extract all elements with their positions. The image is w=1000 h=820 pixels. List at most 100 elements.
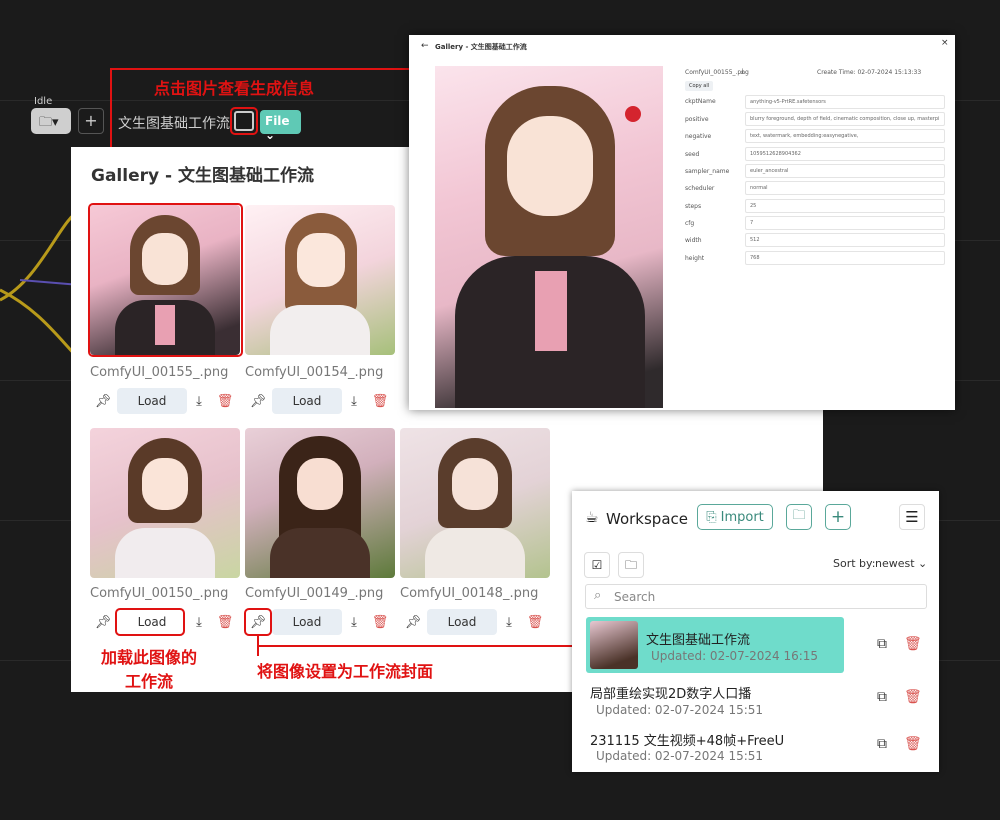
workflow-title: 文生图基础工作流	[646, 633, 751, 648]
annotation-box	[88, 203, 243, 357]
annotation-load-workflow: 加载此图像的 工作流	[91, 644, 207, 692]
sort-label: Sort by:	[833, 557, 876, 570]
trash-icon[interactable]: 🗑︎	[372, 393, 389, 409]
annotation-set-cover: 将图像设置为工作流封面	[257, 662, 434, 681]
workflow-title[interactable]: 231115 文生视频+48帧+FreeU	[590, 730, 784, 749]
open-icon[interactable]: ⧉	[877, 689, 887, 705]
workflow-folder-button[interactable]: 🗀▾	[31, 108, 71, 134]
annotation-box	[230, 107, 258, 135]
field-value: 512	[745, 233, 945, 247]
image-filename: ComfyUI_00155_.png	[90, 365, 229, 380]
field-key: cfg	[685, 220, 695, 227]
workflow-title[interactable]: 局部重绘实现2D数字人口播	[590, 683, 751, 702]
menu-icon[interactable]: ☰	[899, 504, 925, 530]
workflow-updated: Updated: 02-07-2024 15:51	[596, 703, 764, 717]
field-value: text, watermark, embedding:easynegative,	[745, 129, 945, 143]
import-icon: ⎘	[706, 509, 717, 525]
detail-filename: ComfyUI_00155_.png	[685, 69, 749, 76]
field-key: positive	[685, 116, 709, 123]
download-icon[interactable]: ⤓	[346, 393, 362, 409]
annotation-box	[244, 608, 272, 636]
file-label: File	[265, 114, 290, 128]
field-key: sampler_name	[685, 168, 730, 175]
field-key: scheduler	[685, 185, 715, 192]
field-key: ckptName	[685, 98, 716, 105]
trash-icon[interactable]: 🗑︎	[372, 614, 389, 630]
checklist-icon[interactable]: ☑	[584, 552, 610, 578]
field-key: negative	[685, 133, 712, 140]
detail-title: Gallery - 文生图基础工作流	[435, 43, 527, 51]
field-value: anything-v5-PrtRE.safetensors	[745, 95, 945, 109]
search-placeholder: Search	[614, 590, 656, 604]
new-workflow-button[interactable]: +	[825, 504, 851, 530]
load-button[interactable]: Load	[272, 609, 342, 635]
folder-icon: 🗀	[792, 508, 806, 523]
load-button[interactable]: Load	[272, 388, 342, 414]
workflow-cover	[590, 621, 638, 669]
field-value: 768	[745, 251, 945, 265]
import-button[interactable]: ⎘ Import	[697, 504, 773, 530]
workflow-item-active[interactable]: 文生图基础工作流 Updated: 02-07-2024 16:15	[586, 617, 844, 673]
trash-icon[interactable]: 🗑︎	[904, 736, 922, 752]
search-icon: ⌕	[594, 588, 602, 603]
field-value: 25	[745, 199, 945, 213]
workflow-updated: Updated: 02-07-2024 16:15	[651, 649, 819, 663]
trash-icon[interactable]: 🗑︎	[527, 614, 544, 630]
create-time: Create Time: 02-07-2024 15:13:33	[817, 69, 922, 76]
new-folder-icon[interactable]: 🗀	[618, 552, 644, 578]
search-input[interactable]: ⌕ Search	[585, 584, 927, 609]
workflow-name: 文生图基础工作流	[118, 116, 230, 132]
field-value: 1059512628904362	[745, 147, 945, 161]
folder-button[interactable]: 🗀	[786, 504, 812, 530]
image-filename: ComfyUI_00154_.png	[245, 365, 384, 380]
trash-icon[interactable]: 🗑︎	[217, 614, 234, 630]
gallery-image[interactable]	[400, 428, 550, 578]
image-filename: ComfyUI_00149_.png	[245, 586, 384, 601]
close-icon[interactable]: ×	[941, 38, 949, 48]
image-filename: ComfyUI_00148_.png	[400, 586, 539, 601]
load-button[interactable]: Load	[117, 388, 187, 414]
import-label: Import	[720, 509, 764, 525]
field-value: 7	[745, 216, 945, 230]
annotation-click-image: 点击图片查看生成信息	[154, 79, 315, 98]
download-icon[interactable]: ⤓	[191, 393, 207, 409]
pin-icon[interactable]: 📌︎	[405, 614, 422, 630]
file-menu-button[interactable]: File ⌄	[260, 110, 301, 142]
open-icon[interactable]: ⧉	[877, 736, 887, 752]
load-button[interactable]: Load	[427, 609, 497, 635]
trash-icon[interactable]: 🗑︎	[904, 636, 922, 652]
workflow-updated: Updated: 02-07-2024 15:51	[596, 749, 764, 763]
download-icon[interactable]: ⤓	[741, 67, 744, 76]
pin-icon[interactable]: 📌︎	[95, 614, 112, 630]
download-icon[interactable]: ⤓	[346, 614, 362, 630]
coffee-icon: ☕	[585, 508, 599, 526]
node-wire	[0, 208, 80, 362]
pin-icon[interactable]: 📌︎	[95, 393, 112, 409]
back-icon[interactable]: ←	[421, 41, 429, 51]
sort-value: newest	[875, 557, 915, 570]
annotation-line1: 加载此图像的	[100, 648, 197, 667]
annotation-box	[115, 608, 185, 636]
field-value: euler_ancestral	[745, 164, 945, 178]
pin-icon[interactable]: 📌︎	[250, 393, 267, 409]
trash-icon[interactable]: 🗑︎	[904, 689, 922, 705]
add-workflow-button[interactable]: +	[78, 108, 104, 134]
trash-icon[interactable]: 🗑︎	[217, 393, 234, 409]
gallery-image[interactable]	[245, 428, 395, 578]
detail-image	[435, 66, 663, 408]
gallery-image[interactable]	[90, 428, 240, 578]
folder-icon: 🗀▾	[39, 115, 59, 130]
open-icon[interactable]: ⧉	[877, 636, 887, 652]
workspace-panel: ☕ Workspace ⎘ Import 🗀 + ☰ ☑ 🗀 Sort by: n…	[572, 491, 939, 772]
download-icon[interactable]: ⤓	[191, 614, 207, 630]
copy-all-button[interactable]: Copy all	[685, 81, 714, 91]
sort-select[interactable]: newest ⌄	[875, 557, 927, 570]
workspace-title: Workspace	[606, 510, 688, 528]
annotation-line	[110, 68, 410, 70]
download-icon[interactable]: ⤓	[501, 614, 517, 630]
annotation-line	[257, 645, 587, 647]
gallery-title: Gallery - 文生图基础工作流	[91, 166, 314, 186]
field-key: width	[685, 237, 702, 244]
gallery-image[interactable]	[245, 205, 395, 355]
field-key: height	[685, 255, 705, 262]
